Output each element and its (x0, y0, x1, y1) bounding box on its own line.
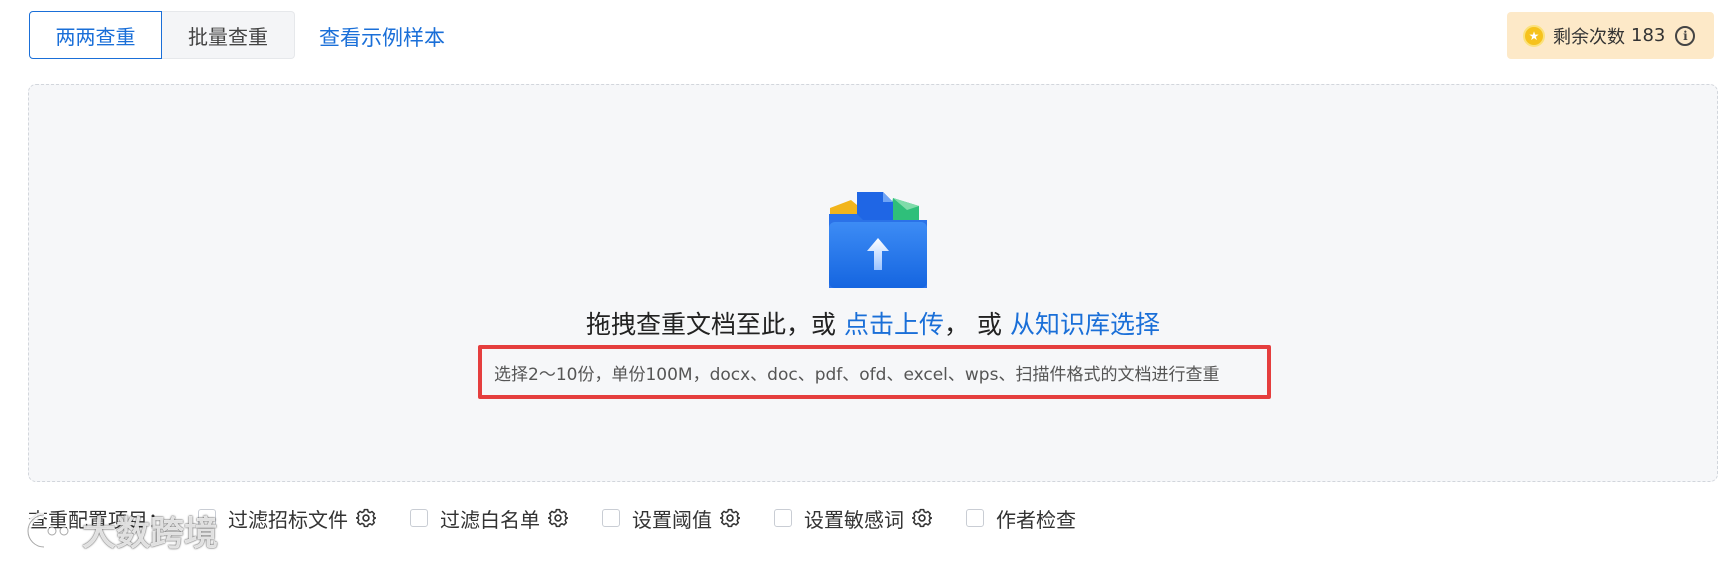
info-icon[interactable]: i (1675, 25, 1696, 46)
option-set-sensitive-words[interactable]: 设置敏感词 (774, 504, 932, 533)
upload-hint-text: 选择2～10份，单份100M，docx、doc、pdf、ofd、excel、wp… (494, 364, 1220, 385)
view-sample-link[interactable]: 查看示例样本 (319, 22, 445, 52)
set-threshold-label: 设置阈值 (632, 507, 712, 532)
set-sensitive-words-label: 设置敏感词 (804, 507, 904, 532)
page: 两两查重 批量查重 查看示例样本 ★ 剩余次数 183 i 拖拽查重文档至此，或… (0, 0, 1731, 561)
gear-icon[interactable] (912, 508, 932, 528)
upload-hint: 选择2～10份，单份100M，docx、doc、pdf、ofd、excel、wp… (478, 345, 1271, 399)
upload-dropzone[interactable]: 拖拽查重文档至此，或 点击上传， 或 从知识库选择 选择2～10份，单份100M… (28, 84, 1718, 482)
filter-whitelist-checkbox[interactable] (410, 509, 428, 527)
option-filter-bidding-docs[interactable]: 过滤招标文件 (198, 504, 376, 533)
option-set-threshold[interactable]: 设置阈值 (602, 504, 740, 533)
filter-whitelist-label: 过滤白名单 (440, 507, 540, 532)
config-label: 查重配置项目： (28, 507, 168, 532)
upload-instruction: 拖拽查重文档至此，或 点击上传， 或 从知识库选择 (29, 305, 1717, 341)
click-upload-link[interactable]: 点击上传 (844, 310, 944, 339)
coin-icon: ★ (1523, 24, 1545, 47)
gear-icon[interactable] (548, 508, 568, 528)
gear-icon[interactable] (720, 508, 740, 528)
option-author-check[interactable]: 作者检查 (966, 504, 1076, 533)
tab-pairwise-check[interactable]: 两两查重 (29, 11, 162, 59)
upload-text-prefix: 拖拽查重文档至此，或 (586, 310, 837, 339)
option-filter-whitelist[interactable]: 过滤白名单 (410, 504, 568, 533)
author-check-checkbox[interactable] (966, 509, 984, 527)
upload-separator: ， 或 (944, 310, 1002, 339)
remaining-label: 剩余次数 (1553, 26, 1625, 48)
mode-tabs: 两两查重 批量查重 (29, 11, 295, 59)
filter-bidding-docs-label: 过滤招标文件 (228, 507, 348, 532)
gear-icon[interactable] (356, 508, 376, 528)
remaining-count-badge: ★ 剩余次数 183 i (1507, 12, 1714, 59)
author-check-label: 作者检查 (996, 507, 1076, 532)
set-threshold-checkbox[interactable] (602, 509, 620, 527)
tab-batch-check[interactable]: 批量查重 (162, 11, 295, 59)
select-from-knowledge-base-link[interactable]: 从知识库选择 (1010, 310, 1160, 339)
set-sensitive-words-checkbox[interactable] (774, 509, 792, 527)
folder-upload-icon (829, 192, 927, 288)
check-config-row: 查重配置项目： 过滤招标文件 过滤白名单 设置阈值 设置敏感词 作者检查 (28, 502, 1110, 534)
remaining-count: 183 (1631, 25, 1666, 46)
filter-bidding-docs-checkbox[interactable] (198, 509, 216, 527)
